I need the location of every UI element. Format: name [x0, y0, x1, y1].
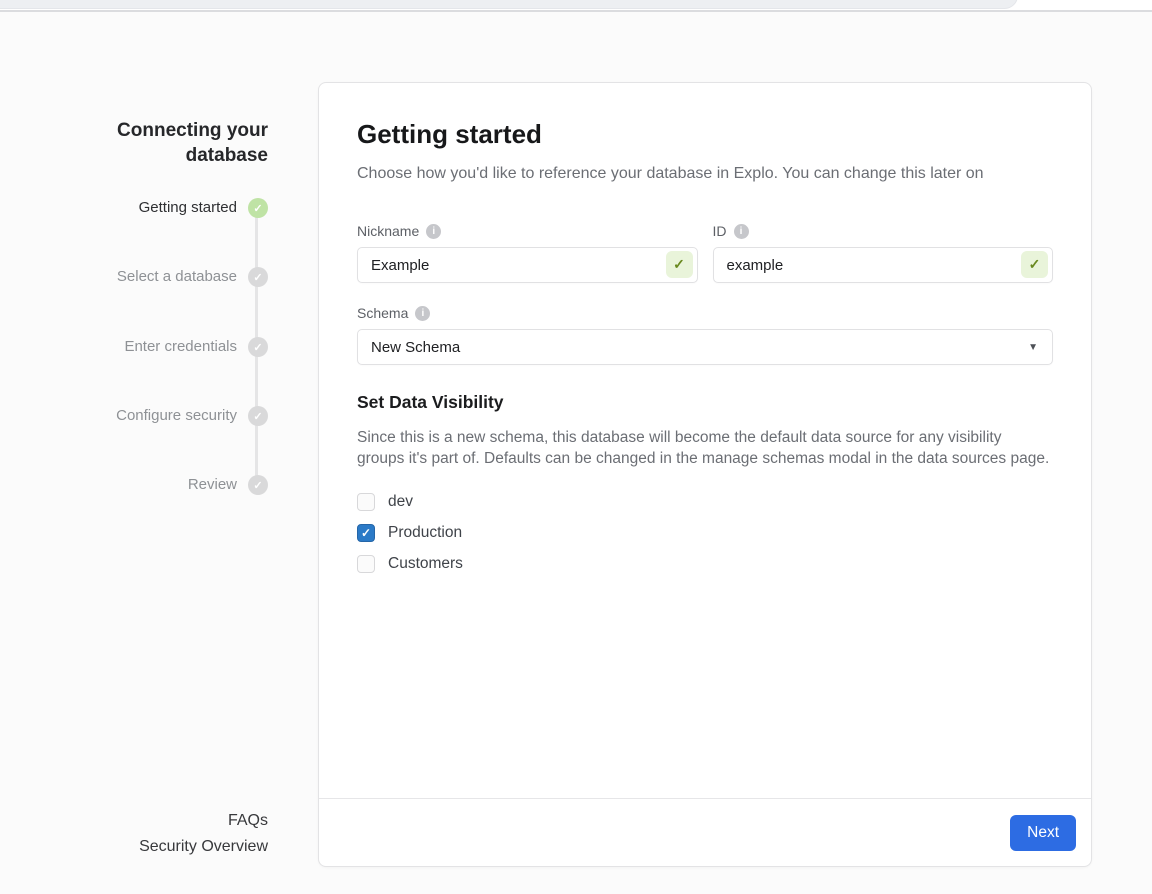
info-icon[interactable]: i — [734, 224, 749, 239]
chevron-down-icon: ▼ — [1028, 342, 1038, 353]
id-label: ID i — [713, 223, 1054, 239]
step-label: Enter credentials — [124, 337, 237, 357]
valid-check-badge: ✓ — [1021, 251, 1048, 278]
customers-checkbox[interactable]: ✓ — [357, 555, 375, 573]
step-check-icon: ✓ — [248, 337, 268, 357]
step-check-icon: ✓ — [248, 267, 268, 287]
page-subtitle: Choose how you'd like to reference your … — [357, 163, 1053, 185]
visibility-groups-list: ✓ dev ✓ Production ✓ Customers — [357, 493, 1053, 573]
name-fields-row: Nickname i ✓ ID i ✓ — [357, 223, 1053, 283]
getting-started-card: Getting started Choose how you'd like to… — [318, 82, 1092, 867]
browser-omnibox-edge — [0, 0, 1018, 9]
data-visibility-heading: Set Data Visibility — [357, 391, 1053, 413]
info-icon[interactable]: i — [426, 224, 441, 239]
step-select-database: Select a database ✓ — [20, 267, 268, 287]
data-visibility-description: Since this is a new schema, this databas… — [357, 428, 1053, 469]
step-label: Configure security — [116, 406, 237, 426]
next-button[interactable]: Next — [1010, 815, 1076, 851]
step-check-icon: ✓ — [248, 406, 268, 426]
check-icon: ✓ — [1029, 256, 1041, 273]
page-title: Getting started — [357, 117, 1053, 151]
valid-check-badge: ✓ — [666, 251, 693, 278]
nickname-input[interactable] — [357, 247, 698, 283]
nickname-input-wrap: ✓ — [357, 247, 698, 283]
step-label: Getting started — [139, 198, 237, 218]
faqs-link[interactable]: FAQs — [40, 812, 268, 830]
production-checkbox[interactable]: ✓ — [357, 524, 375, 542]
checkbox-label: dev — [388, 493, 413, 511]
schema-field-group: Schema i New Schema ▼ — [357, 305, 1053, 365]
step-configure-security: Configure security ✓ — [20, 406, 268, 426]
info-icon[interactable]: i — [415, 306, 430, 321]
check-icon: ✓ — [253, 410, 262, 423]
schema-selected-value: New Schema — [371, 339, 460, 356]
security-overview-link[interactable]: Security Overview — [40, 838, 268, 856]
dev-checkbox[interactable]: ✓ — [357, 493, 375, 511]
app-viewport: Connecting your database Getting started… — [0, 0, 1152, 894]
check-icon: ✓ — [253, 202, 262, 215]
step-label: Select a database — [117, 267, 237, 287]
step-check-icon: ✓ — [248, 475, 268, 495]
schema-label: Schema i — [357, 305, 1053, 321]
visibility-group-customers[interactable]: ✓ Customers — [357, 555, 1053, 573]
visibility-group-production[interactable]: ✓ Production — [357, 524, 1053, 542]
check-icon: ✓ — [253, 341, 262, 354]
wizard-title: Connecting your database — [40, 118, 268, 168]
step-check-icon: ✓ — [248, 198, 268, 218]
schema-label-text: Schema — [357, 305, 408, 321]
card-content: Getting started Choose how you'd like to… — [319, 83, 1091, 573]
step-enter-credentials: Enter credentials ✓ — [20, 337, 268, 357]
id-input[interactable] — [713, 247, 1054, 283]
checkbox-label: Customers — [388, 555, 463, 573]
card-footer: Next — [319, 798, 1091, 866]
check-icon: ✓ — [253, 479, 262, 492]
check-icon: ✓ — [673, 256, 685, 273]
browser-chrome-strip — [0, 0, 1152, 12]
id-input-wrap: ✓ — [713, 247, 1054, 283]
schema-select[interactable]: New Schema ▼ — [357, 329, 1053, 365]
step-getting-started: Getting started ✓ — [20, 198, 268, 218]
nickname-field-group: Nickname i ✓ — [357, 223, 698, 283]
step-label: Review — [188, 475, 237, 495]
nickname-label: Nickname i — [357, 223, 698, 239]
nickname-label-text: Nickname — [357, 223, 419, 239]
checkbox-label: Production — [388, 524, 462, 542]
step-review: Review ✓ — [20, 475, 268, 495]
visibility-group-dev[interactable]: ✓ dev — [357, 493, 1053, 511]
id-field-group: ID i ✓ — [713, 223, 1054, 283]
check-icon: ✓ — [253, 271, 262, 284]
check-icon: ✓ — [361, 527, 371, 539]
id-label-text: ID — [713, 223, 727, 239]
